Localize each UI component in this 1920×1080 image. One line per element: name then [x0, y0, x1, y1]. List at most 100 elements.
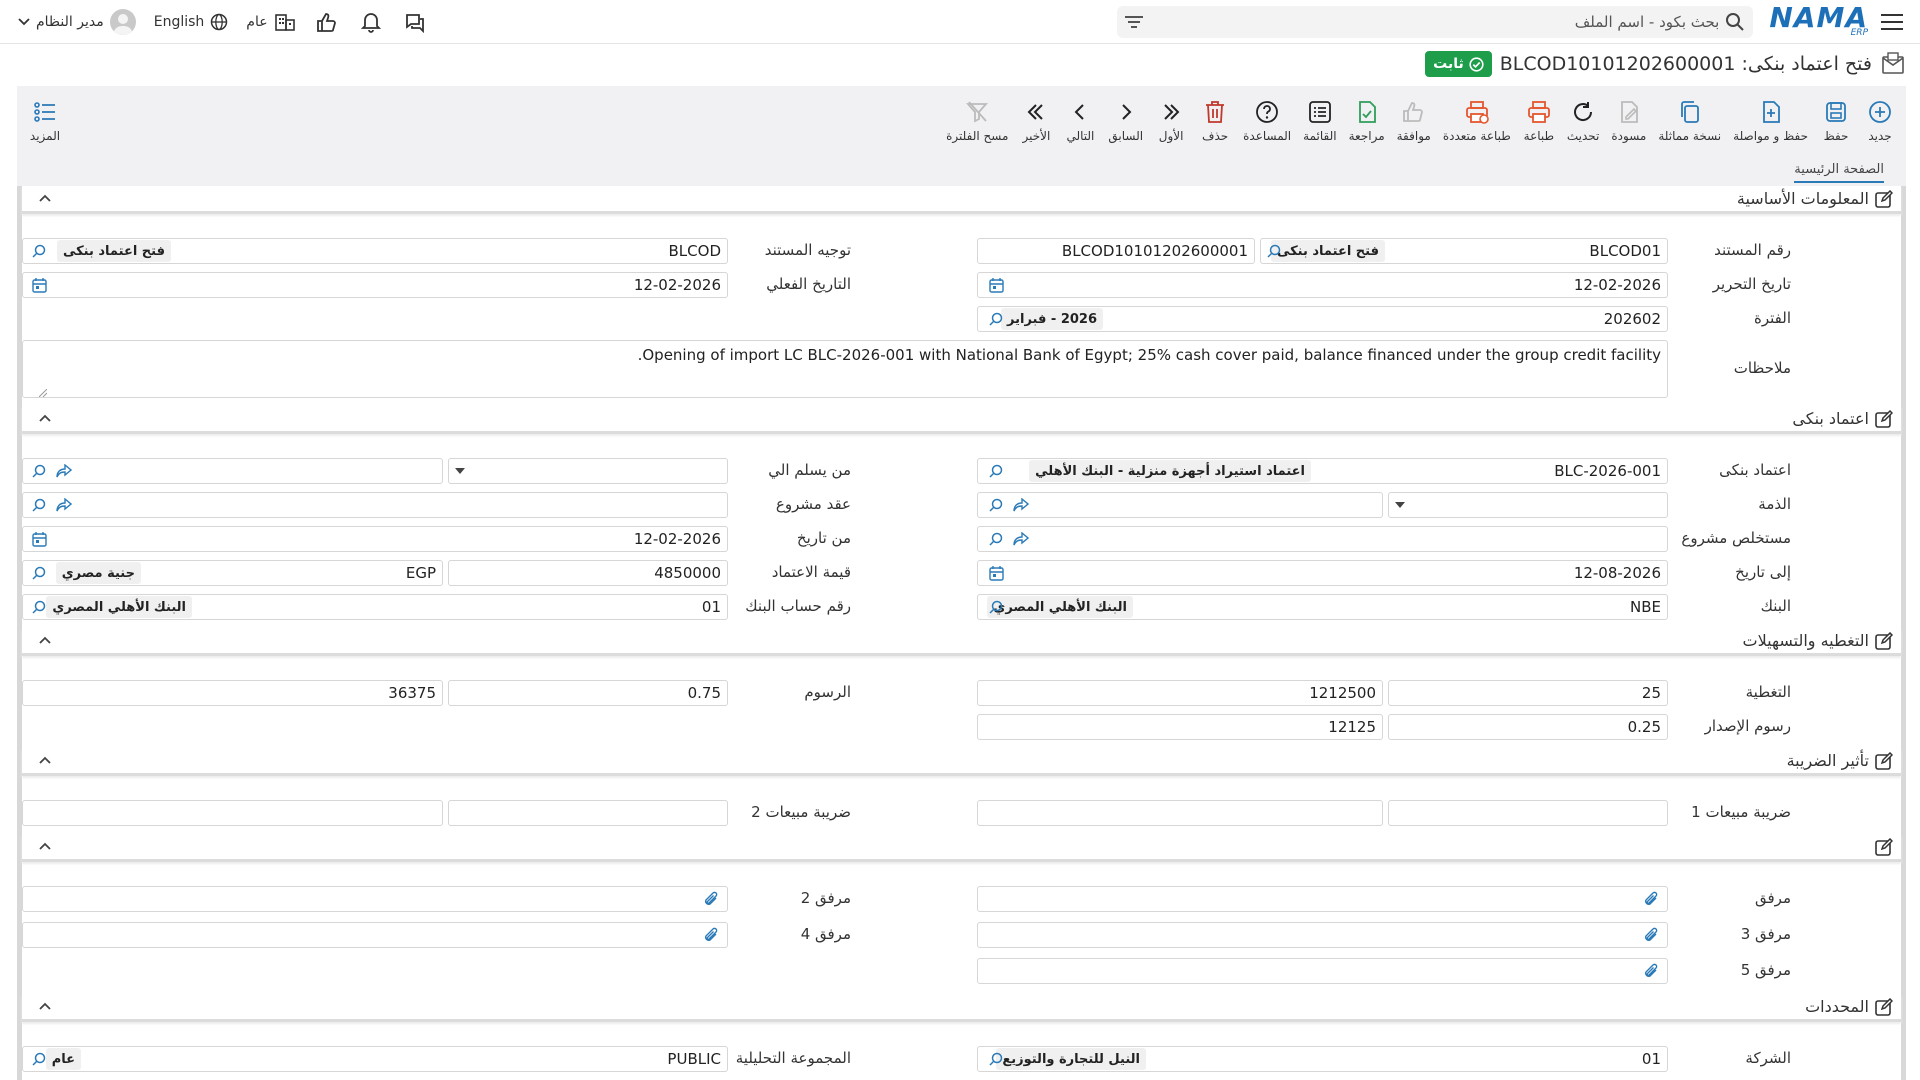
deliver-to-type-select[interactable]: [448, 458, 728, 484]
section-coverage-header[interactable]: التغطيه والتسهيلات: [22, 628, 1901, 656]
app-logo[interactable]: NAMA ERP: [1769, 4, 1868, 38]
share-icon[interactable]: [55, 462, 73, 480]
section-dimensions-header[interactable]: المحددات: [22, 994, 1901, 1022]
project-extract-field[interactable]: [977, 526, 1668, 552]
review-button[interactable]: مراجعة: [1343, 90, 1391, 150]
calendar-icon[interactable]: [30, 530, 48, 548]
new-button[interactable]: جديد: [1858, 90, 1902, 150]
actual-date-field[interactable]: 12-02-2026: [22, 272, 728, 298]
account-type-select[interactable]: [1388, 492, 1668, 518]
prev-button[interactable]: السابق: [1102, 90, 1149, 150]
attachment1-field[interactable]: [977, 886, 1668, 912]
chat-icon[interactable]: [402, 9, 428, 35]
last-button[interactable]: الأخير: [1014, 90, 1058, 150]
save-button[interactable]: حفظ: [1814, 90, 1858, 150]
hamburger-menu-icon[interactable]: [1878, 8, 1906, 36]
first-button[interactable]: الأول: [1149, 90, 1193, 150]
calendar-icon[interactable]: [30, 276, 48, 294]
chevron-up-icon[interactable]: [38, 413, 52, 423]
search-icon[interactable]: [987, 530, 1005, 548]
share-icon[interactable]: [55, 496, 73, 514]
lc-value-field[interactable]: 4850000: [448, 560, 728, 586]
fees-amount-field[interactable]: 36375: [22, 680, 443, 706]
duplicate-button[interactable]: نسخة مماثلة: [1652, 90, 1727, 150]
chevron-up-icon[interactable]: [38, 841, 52, 851]
share-icon[interactable]: [1012, 530, 1030, 548]
section-attachments-header[interactable]: [22, 834, 1901, 862]
attachment5-field[interactable]: [977, 958, 1668, 984]
to-date-field[interactable]: 12-08-2026: [977, 560, 1668, 586]
lc-code: BLC-2026-001: [1554, 462, 1661, 480]
search-icon[interactable]: [30, 242, 48, 260]
doc-no-value-field[interactable]: BLCOD10101202600001: [977, 238, 1255, 264]
search-icon[interactable]: [987, 462, 1005, 480]
search-icon[interactable]: [987, 310, 1005, 328]
print-icon: [1527, 97, 1551, 127]
paperclip-icon[interactable]: [702, 926, 720, 944]
help-button[interactable]: المساعدة: [1237, 90, 1297, 150]
search-icon[interactable]: [987, 1050, 1005, 1068]
share-icon[interactable]: [1012, 496, 1030, 514]
chevron-up-icon[interactable]: [38, 1001, 52, 1011]
section-tax-header[interactable]: تأثير الضريبة: [22, 748, 1901, 776]
scope-selector[interactable]: عام: [246, 12, 295, 32]
search-icon[interactable]: [987, 598, 1005, 616]
more-button[interactable]: المزيد: [23, 90, 67, 150]
paperclip-icon[interactable]: [1642, 962, 1660, 980]
global-search[interactable]: بحث بكود - اسم الملف: [1117, 5, 1754, 38]
attachment3-field[interactable]: [977, 922, 1668, 948]
sales-tax1-pct-field[interactable]: [1388, 800, 1668, 826]
chevron-up-icon[interactable]: [38, 635, 52, 645]
search-icon[interactable]: [30, 598, 48, 616]
issue-fees-pct-field[interactable]: 0.25: [1388, 714, 1668, 740]
next-button[interactable]: التالي: [1058, 90, 1102, 150]
paperclip-icon[interactable]: [1642, 926, 1660, 944]
coverage-amount-field[interactable]: 1212500: [977, 680, 1383, 706]
refresh-button[interactable]: تحديث: [1561, 90, 1606, 150]
sales-tax2-pct-field[interactable]: [448, 800, 728, 826]
user-menu[interactable]: مدير النظام: [18, 8, 136, 35]
sales-tax2-amount-field[interactable]: [22, 800, 443, 826]
attachment2-field[interactable]: [22, 886, 728, 912]
language-switch[interactable]: English: [154, 13, 229, 31]
search-icon[interactable]: [1265, 242, 1283, 260]
save-continue-button[interactable]: حفظ و مواصلة: [1727, 90, 1814, 150]
search-icon[interactable]: [30, 564, 48, 582]
resize-handle-icon[interactable]: [39, 389, 47, 397]
attachment4-field[interactable]: [22, 922, 728, 948]
section-lc-header[interactable]: اعتماد بنكى: [22, 406, 1901, 434]
deliver-to-field[interactable]: [22, 458, 443, 484]
notes-textarea[interactable]: Opening of import LC BLC-2026-001 with N…: [22, 340, 1668, 398]
account-field[interactable]: [977, 492, 1383, 518]
clear-filter-button[interactable]: مسح الفلترة: [940, 90, 1014, 150]
chevron-up-icon[interactable]: [38, 193, 52, 203]
issue-fees-amount-field[interactable]: 12125: [977, 714, 1383, 740]
coverage-pct-field[interactable]: 25: [1388, 680, 1668, 706]
analytic-group-field[interactable]: PUBLIC: [22, 1046, 728, 1072]
bell-icon[interactable]: [358, 9, 384, 35]
tab-main[interactable]: الصفحة الرئيسية: [1794, 162, 1884, 183]
paperclip-icon[interactable]: [702, 890, 720, 908]
paperclip-icon[interactable]: [1642, 890, 1660, 908]
approve-button[interactable]: موافقة: [1391, 90, 1437, 150]
project-contract-field[interactable]: [22, 492, 728, 518]
from-date-field[interactable]: 12-02-2026: [22, 526, 728, 552]
thumbs-up-icon[interactable]: [314, 9, 340, 35]
draft-button[interactable]: مسودة: [1605, 90, 1652, 150]
fees-pct-field[interactable]: 0.75: [448, 680, 728, 706]
chevron-up-icon[interactable]: [38, 755, 52, 765]
delete-button[interactable]: حذف: [1193, 90, 1237, 150]
multi-print-button[interactable]: طباعة متعددة: [1437, 90, 1517, 150]
calendar-icon[interactable]: [987, 564, 1005, 582]
print-button[interactable]: طباعة: [1517, 90, 1561, 150]
list-button[interactable]: القائمة: [1297, 90, 1342, 150]
search-icon[interactable]: [30, 1050, 48, 1068]
calendar-icon[interactable]: [987, 276, 1005, 294]
sales-tax1-amount-field[interactable]: [977, 800, 1383, 826]
search-icon[interactable]: [30, 496, 48, 514]
section-basic-header[interactable]: المعلومات الأساسية: [22, 186, 1901, 214]
search-icon[interactable]: [987, 496, 1005, 514]
edit-date-field[interactable]: 12-02-2026: [977, 272, 1668, 298]
filter-icon[interactable]: [1125, 15, 1144, 29]
search-icon[interactable]: [30, 462, 48, 480]
